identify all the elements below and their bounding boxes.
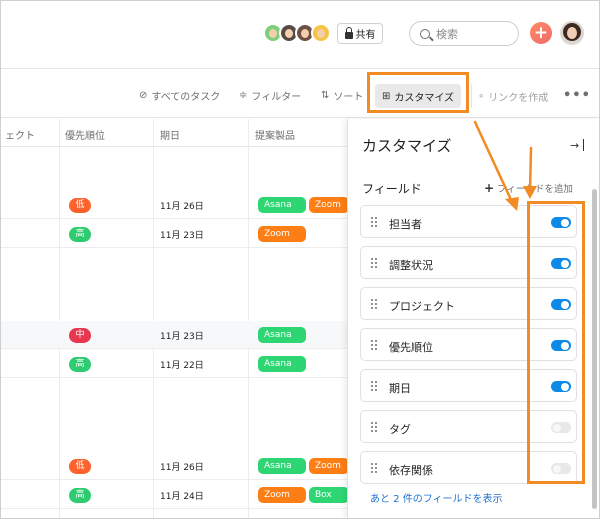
priority-badge[interactable]: 低 bbox=[69, 459, 91, 474]
table-row[interactable]: 中 11月 23日 Asana bbox=[1, 321, 348, 349]
priority-badge[interactable]: 低 bbox=[69, 198, 91, 213]
field-label: タグ bbox=[389, 423, 411, 436]
tag-chip[interactable]: Box bbox=[309, 487, 349, 503]
priority-badge[interactable]: 高 bbox=[69, 488, 91, 503]
app-window: 共有 検索 + ⊘ すべてのタスク ≑ フィルター ⇅ ソート ⊞ カスタマイズ… bbox=[0, 0, 600, 519]
search-icon bbox=[420, 28, 430, 39]
table-row[interactable]: 低 11月 26日 Asana Zoom bbox=[1, 191, 349, 219]
due-date[interactable]: 11月 26日 bbox=[160, 460, 204, 473]
sort-icon: ⇅ bbox=[321, 90, 330, 101]
tag-chip[interactable]: Asana bbox=[258, 356, 306, 372]
more-icon[interactable]: ••• bbox=[563, 88, 591, 103]
drag-handle-icon[interactable] bbox=[371, 340, 377, 351]
table-row[interactable]: 高 11月 24日 Zoom Box bbox=[1, 481, 349, 509]
user-avatar[interactable] bbox=[560, 21, 584, 45]
table-row[interactable]: 低 11月 26日 Asana Zoom bbox=[1, 452, 349, 480]
due-date[interactable]: 11月 23日 bbox=[160, 329, 204, 342]
drag-handle-icon[interactable] bbox=[371, 217, 377, 228]
field-label: 担当者 bbox=[389, 218, 422, 231]
all-tasks-label: すべてのタスク bbox=[151, 92, 221, 103]
member-avatars[interactable] bbox=[263, 23, 331, 43]
drag-handle-icon[interactable] bbox=[371, 381, 377, 392]
filter-button[interactable]: ≑ フィルター bbox=[239, 88, 301, 103]
due-date[interactable]: 11月 22日 bbox=[160, 358, 204, 371]
table-header: ェクト 優先順位 期日 提案製品 bbox=[1, 119, 348, 147]
field-label: プロジェクト bbox=[389, 300, 455, 313]
tag-chip[interactable]: Asana bbox=[258, 197, 306, 213]
priority-badge[interactable]: 高 bbox=[69, 227, 91, 242]
priority-badge[interactable]: 高 bbox=[69, 357, 91, 372]
plus-icon: + bbox=[484, 181, 495, 195]
panel-title: カスタマイズ bbox=[362, 137, 452, 155]
add-field-button[interactable]: + フィールドを追加 bbox=[484, 181, 573, 195]
panel-scrollbar[interactable] bbox=[592, 189, 597, 509]
table-row[interactable]: 高 11月 23日 Zoom bbox=[1, 220, 348, 248]
close-panel-icon[interactable]: → bbox=[570, 139, 584, 153]
check-circle-icon: ⊘ bbox=[139, 90, 148, 101]
due-date[interactable]: 11月 24日 bbox=[160, 489, 204, 502]
create-link-label: リンクを作成 bbox=[488, 92, 549, 104]
sort-button[interactable]: ⇅ ソート bbox=[321, 88, 363, 103]
fields-heading: フィールド bbox=[362, 182, 422, 196]
drag-handle-icon[interactable] bbox=[371, 463, 377, 474]
field-label: 優先順位 bbox=[389, 341, 433, 354]
tag-chip[interactable]: Zoom bbox=[309, 458, 349, 474]
drag-handle-icon[interactable] bbox=[371, 422, 377, 433]
avatar[interactable] bbox=[311, 23, 331, 43]
search-input[interactable]: 検索 bbox=[409, 21, 519, 46]
drag-handle-icon[interactable] bbox=[371, 299, 377, 310]
tag-chip[interactable]: Asana bbox=[258, 327, 306, 343]
field-label: 調整状況 bbox=[389, 259, 433, 272]
priority-badge[interactable]: 中 bbox=[69, 328, 91, 343]
due-date[interactable]: 11月 23日 bbox=[160, 228, 204, 241]
view-toolbar: ⊘ すべてのタスク ≑ フィルター ⇅ ソート ⊞ カスタマイズ ∘ リンクを作… bbox=[1, 70, 599, 118]
field-label: 依存関係 bbox=[389, 464, 433, 477]
tag-chip[interactable]: Zoom bbox=[258, 226, 306, 242]
field-label: 期日 bbox=[389, 382, 411, 395]
column-header-project[interactable]: ェクト bbox=[5, 127, 35, 142]
sort-label: ソート bbox=[333, 92, 364, 103]
show-more-fields-link[interactable]: あと 2 件のフィールドを表示 bbox=[370, 490, 503, 505]
tag-chip[interactable]: Asana bbox=[258, 458, 306, 474]
share-button[interactable]: 共有 bbox=[337, 23, 383, 44]
all-tasks-button[interactable]: ⊘ すべてのタスク bbox=[139, 88, 220, 103]
highlight-box bbox=[367, 72, 469, 113]
create-link-button[interactable]: ∘ リンクを作成 bbox=[471, 84, 551, 108]
highlight-box bbox=[527, 201, 585, 484]
column-header-priority[interactable]: 優先順位 bbox=[65, 127, 105, 142]
column-header-due-date[interactable]: 期日 bbox=[160, 127, 180, 142]
add-field-label: フィールドを追加 bbox=[497, 184, 573, 195]
filter-label: フィルター bbox=[251, 92, 302, 103]
drag-handle-icon[interactable] bbox=[371, 258, 377, 269]
filter-icon: ≑ bbox=[239, 90, 248, 101]
search-placeholder: 検索 bbox=[436, 27, 458, 41]
add-button[interactable]: + bbox=[530, 22, 552, 44]
table-row[interactable]: 高 11月 22日 Asana bbox=[1, 350, 348, 378]
column-header-product[interactable]: 提案製品 bbox=[255, 127, 295, 142]
link-icon: ∘ bbox=[478, 90, 485, 102]
top-bar: 共有 検索 + bbox=[1, 1, 599, 69]
due-date[interactable]: 11月 26日 bbox=[160, 199, 204, 212]
lock-icon bbox=[344, 26, 353, 39]
share-label: 共有 bbox=[355, 30, 376, 41]
tag-chip[interactable]: Zoom bbox=[309, 197, 349, 213]
tag-chip[interactable]: Zoom bbox=[258, 487, 306, 503]
